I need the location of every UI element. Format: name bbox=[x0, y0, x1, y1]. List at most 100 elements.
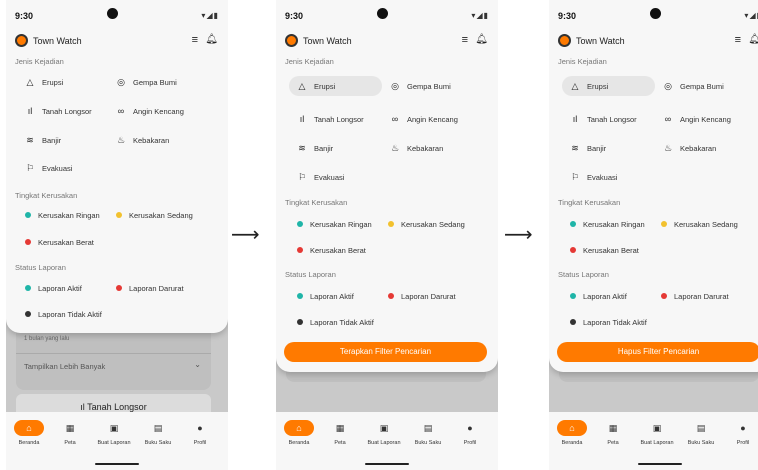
nav-beranda[interactable]: ⌂ Beranda bbox=[7, 420, 51, 446]
nav-profil[interactable]: ● Profil bbox=[178, 420, 222, 446]
section-title-kejadian: Jenis Kejadian bbox=[285, 57, 334, 66]
filter-label: Laporan Tidak Aktif bbox=[310, 317, 374, 327]
nav-peta[interactable]: ▦ Peta bbox=[48, 420, 92, 446]
nav-buat-laporan[interactable]: ▣ Buat Laporan bbox=[362, 420, 406, 446]
filter-banjir[interactable]: ≋ Banjir bbox=[23, 130, 61, 150]
filter-label: Tanah Longsor bbox=[314, 114, 364, 124]
volcano-icon: △ bbox=[571, 80, 579, 91]
nav-profil[interactable]: ● Profil bbox=[721, 420, 758, 446]
clear-filter-button[interactable]: Hapus Filter Pencarian bbox=[557, 342, 758, 362]
filter-tanah-longsor[interactable]: ıl Tanah Longsor bbox=[295, 109, 364, 129]
filter-kerusakan-ringan[interactable]: Kerusakan Ringan bbox=[297, 214, 372, 234]
nav-beranda[interactable]: ⌂ Beranda bbox=[277, 420, 321, 446]
apply-filter-button[interactable]: Terapkan Filter Pencarian bbox=[284, 342, 487, 362]
filter-gempa-bumi[interactable]: ◎ Gempa Bumi bbox=[388, 76, 451, 96]
filter-angin-kencang[interactable]: ∞ Angin Kencang bbox=[661, 109, 731, 129]
red-dot-icon bbox=[388, 293, 394, 299]
filter-laporan-darurat[interactable]: Laporan Darurat bbox=[661, 286, 729, 306]
profile-icon: ● bbox=[467, 423, 473, 433]
filter-tanah-longsor[interactable]: ıl Tanah Longsor bbox=[23, 101, 92, 121]
chevron-down-icon[interactable]: ⌄ bbox=[194, 360, 201, 369]
profile-icon: ● bbox=[740, 423, 746, 433]
filter-icon[interactable]: ≡ bbox=[192, 34, 198, 46]
nav-buku-saku[interactable]: ▤ Buku Saku bbox=[136, 420, 180, 446]
filter-evakuasi[interactable]: ⚐ Evakuasi bbox=[23, 158, 72, 178]
filter-icon[interactable]: ≡ bbox=[735, 34, 741, 46]
bottom-nav: ⌂ Beranda ▦ Peta ▣ Buat Laporan ▤ Buku Saku … bbox=[6, 412, 228, 470]
filter-evakuasi[interactable]: ⚐ Evakuasi bbox=[568, 167, 617, 187]
signal-icon: ▾◢▮ bbox=[744, 11, 758, 20]
nav-label: Beranda bbox=[18, 440, 40, 446]
filter-laporan-darurat[interactable]: Laporan Darurat bbox=[388, 286, 456, 306]
filter-kerusakan-ringan[interactable]: Kerusakan Ringan bbox=[25, 205, 100, 225]
status-bar: 9:30 ▾◢▮ bbox=[6, 0, 228, 30]
nav-profil[interactable]: ● Profil bbox=[448, 420, 492, 446]
filter-banjir[interactable]: ≋ Banjir bbox=[568, 138, 606, 158]
nav-label: Profil bbox=[736, 440, 750, 446]
filter-banjir[interactable]: ≋ Banjir bbox=[295, 138, 333, 158]
nav-buat-laporan[interactable]: ▣ Buat Laporan bbox=[92, 420, 136, 446]
filter-kerusakan-berat[interactable]: Kerusakan Berat bbox=[297, 240, 366, 260]
filter-laporan-aktif[interactable]: Laporan Aktif bbox=[297, 286, 354, 306]
filter-kerusakan-berat[interactable]: Kerusakan Berat bbox=[25, 232, 94, 252]
evacuation-icon: ⚐ bbox=[570, 171, 580, 182]
filter-gempa-bumi[interactable]: ◎ Gempa Bumi bbox=[114, 72, 177, 92]
filter-kerusakan-sedang[interactable]: Kerusakan Sedang bbox=[116, 205, 193, 225]
section-title-kejadian: Jenis Kejadian bbox=[558, 57, 607, 66]
nav-label: Buku Saku bbox=[144, 440, 172, 446]
filter-angin-kencang[interactable]: ∞ Angin Kencang bbox=[388, 109, 458, 129]
nav-label: Buku Saku bbox=[414, 440, 442, 446]
filter-kebakaran[interactable]: ♨ Kebakaran bbox=[661, 138, 716, 158]
filter-kerusakan-ringan[interactable]: Kerusakan Ringan bbox=[570, 214, 645, 234]
filter-erupsi[interactable]: △ Erupsi bbox=[23, 72, 64, 92]
dark-dot-icon bbox=[297, 319, 303, 325]
nav-buku-saku[interactable]: ▤ Buku Saku bbox=[406, 420, 450, 446]
show-more-link[interactable]: Tampilkan Lebih Banyak bbox=[24, 362, 105, 371]
screen-applied: 9:30 ▾◢▮ Town Watch ≡ 🔔︎ Jenis Kejadian … bbox=[549, 0, 758, 470]
nav-buku-saku[interactable]: ▤ Buku Saku bbox=[679, 420, 723, 446]
filter-laporan-aktif[interactable]: Laporan Aktif bbox=[25, 278, 82, 298]
filter-sheet: 9:30 ▾◢▮ Town Watch ≡ 🔔︎ Jenis Kejadian … bbox=[6, 0, 228, 333]
filter-kebakaran[interactable]: ♨ Kebakaran bbox=[388, 138, 443, 158]
filter-label: Laporan Darurat bbox=[674, 291, 729, 301]
nav-peta[interactable]: ▦ Peta bbox=[591, 420, 635, 446]
filter-label: Laporan Aktif bbox=[583, 291, 627, 301]
filter-tanah-longsor[interactable]: ıl Tanah Longsor bbox=[568, 109, 637, 129]
filter-gempa-bumi[interactable]: ◎ Gempa Bumi bbox=[661, 76, 724, 96]
nav-label: Beranda bbox=[288, 440, 310, 446]
filter-label: Evakuasi bbox=[587, 172, 618, 182]
nav-buat-laporan[interactable]: ▣ Buat Laporan bbox=[635, 420, 679, 446]
filter-laporan-aktif[interactable]: Laporan Aktif bbox=[570, 286, 627, 306]
filter-label: Banjir bbox=[314, 143, 334, 153]
bell-icon[interactable]: 🔔︎ bbox=[205, 34, 218, 45]
app-bar: Town Watch ≡ 🔔︎ bbox=[276, 32, 498, 50]
filter-angin-kencang[interactable]: ∞ Angin Kencang bbox=[114, 101, 184, 121]
filter-laporan-tidak-aktif[interactable]: Laporan Tidak Aktif bbox=[297, 312, 374, 332]
filter-kerusakan-sedang[interactable]: Kerusakan Sedang bbox=[661, 214, 738, 234]
filter-kerusakan-sedang[interactable]: Kerusakan Sedang bbox=[388, 214, 465, 234]
filter-label: Kerusakan Sedang bbox=[129, 210, 193, 220]
bell-icon[interactable]: 🔔︎ bbox=[748, 34, 758, 45]
nav-beranda[interactable]: ⌂ Beranda bbox=[550, 420, 594, 446]
filter-erupsi[interactable]: △ Erupsi bbox=[562, 76, 655, 96]
filter-label: Laporan Tidak Aktif bbox=[38, 309, 102, 319]
book-icon: ▤ bbox=[153, 423, 163, 433]
landslide-icon: ıl bbox=[299, 114, 305, 124]
filter-evakuasi[interactable]: ⚐ Evakuasi bbox=[295, 167, 344, 187]
filter-erupsi[interactable]: △ Erupsi bbox=[289, 76, 382, 96]
filter-label: Tanah Longsor bbox=[42, 106, 92, 116]
yellow-dot-icon bbox=[116, 212, 122, 218]
yellow-dot-icon bbox=[661, 221, 667, 227]
filter-laporan-darurat[interactable]: Laporan Darurat bbox=[116, 278, 184, 298]
flood-icon: ≋ bbox=[26, 134, 34, 145]
filter-laporan-tidak-aktif[interactable]: Laporan Tidak Aktif bbox=[25, 304, 102, 324]
flood-icon: ≋ bbox=[298, 142, 306, 153]
filter-label: Banjir bbox=[42, 135, 62, 145]
nav-label: Peta bbox=[334, 440, 346, 446]
nav-peta[interactable]: ▦ Peta bbox=[318, 420, 362, 446]
bell-icon[interactable]: 🔔︎ bbox=[475, 34, 488, 45]
filter-icon[interactable]: ≡ bbox=[462, 34, 468, 46]
filter-kebakaran[interactable]: ♨ Kebakaran bbox=[114, 130, 169, 150]
filter-laporan-tidak-aktif[interactable]: Laporan Tidak Aktif bbox=[570, 312, 647, 332]
filter-kerusakan-berat[interactable]: Kerusakan Berat bbox=[570, 240, 639, 260]
